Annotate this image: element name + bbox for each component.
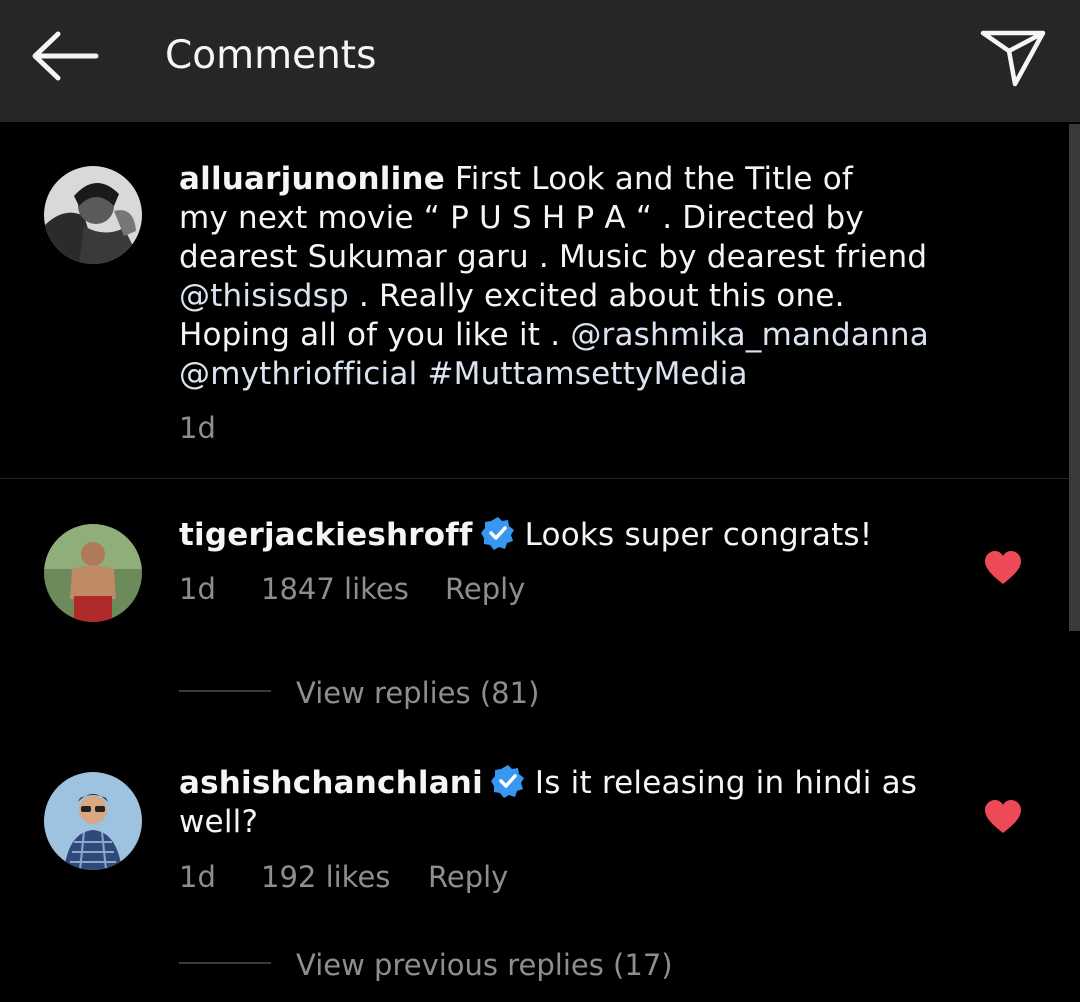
heart-icon[interactable] (984, 800, 1022, 834)
comment-2-reply-button[interactable]: Reply (428, 860, 508, 894)
caption-text: alluarjunonline First Look and the Title… (179, 160, 929, 394)
verified-badge-icon (490, 765, 524, 798)
hashtag-muttamsetty[interactable]: #MuttamsettyMedia (427, 356, 747, 392)
paper-plane-icon (980, 30, 1046, 87)
caption-time: 1d (179, 411, 216, 445)
mention-mythri[interactable]: @mythriofficial (179, 356, 417, 392)
replies-separator (179, 962, 271, 964)
comment-2-time: 1d (179, 860, 216, 894)
heart-icon[interactable] (984, 551, 1022, 585)
comment-1-likes[interactable]: 1847 likes (261, 572, 409, 606)
mention-thisisdsp[interactable]: @thisisdsp (179, 278, 349, 314)
caption-space (417, 356, 427, 392)
caption-username[interactable]: alluarjunonline (179, 161, 445, 197)
replies-separator (179, 690, 271, 692)
caption-line-4: . Really excited about this one. (348, 278, 845, 314)
divider (0, 478, 1069, 479)
share-button[interactable] (970, 18, 1056, 98)
caption-line-1: First Look and the Title of (455, 161, 854, 197)
comment-1-text: tigerjackieshroff Looks super congrats! (179, 516, 872, 555)
comment-2-text: ashishchanchlani Is it releasing in hind… (179, 764, 917, 842)
caption-line-5: Hoping all of you like it . (179, 317, 571, 353)
comment-1-body: Looks super congrats! (524, 517, 873, 553)
comment-2-body-line-1: Is it releasing in hindi as (534, 765, 918, 801)
comment-1-view-replies[interactable]: View replies (81) (296, 676, 539, 710)
mention-rashmika[interactable]: @rashmika_mandanna (570, 317, 929, 353)
verified-badge-icon (480, 517, 514, 550)
caption-line-2: my next movie “ P U S H P A “ . Directed… (179, 200, 864, 236)
caption-line-3: dearest Sukumar garu . Music by dearest … (179, 239, 928, 275)
comment-2-username[interactable]: ashishchanchlani (179, 765, 483, 801)
comment-avatar-ashish[interactable] (44, 772, 142, 870)
scrollbar[interactable] (1069, 124, 1080, 631)
comment-1-username[interactable]: tigerjackieshroff (179, 517, 473, 553)
arrow-left-icon (32, 31, 99, 81)
comment-1-time: 1d (179, 572, 216, 606)
back-button[interactable] (22, 20, 108, 92)
comment-1-reply-button[interactable]: Reply (445, 572, 525, 606)
top-bar: Comments (0, 0, 1080, 122)
comment-avatar-tiger[interactable] (44, 524, 142, 622)
comment-2-body-line-2: well? (179, 804, 259, 840)
comment-2-view-previous-replies[interactable]: View previous replies (17) (296, 948, 673, 982)
caption-avatar[interactable] (44, 166, 142, 264)
comment-2-likes[interactable]: 192 likes (261, 860, 390, 894)
page-title: Comments (165, 33, 377, 78)
